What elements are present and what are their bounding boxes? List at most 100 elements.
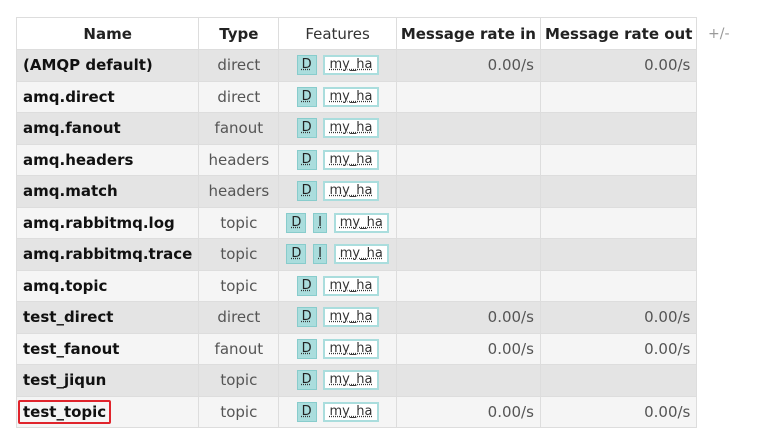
durable-badge: D: [296, 149, 317, 170]
exchange-features-cell: D my_ha: [278, 395, 397, 428]
exchange-features-cell: D my_ha: [278, 80, 397, 113]
exchange-features-cell: D my_ha: [278, 143, 397, 176]
column-toggle-button[interactable]: +/-: [708, 26, 730, 42]
exchange-type-cell: fanout: [198, 112, 280, 145]
table-row: amq.rabbitmq.log topic D I my_ha: [15, 206, 698, 239]
policy-badge[interactable]: my_ha: [323, 149, 379, 170]
exchange-name-link[interactable]: amq.direct: [23, 88, 115, 106]
durable-badge: D: [296, 338, 317, 359]
table-row: amq.direct direct D my_ha: [15, 80, 698, 113]
durable-badge: D: [286, 244, 307, 265]
policy-badge[interactable]: my_ha: [323, 118, 379, 139]
column-header-rate-in: Message rate in: [395, 17, 541, 50]
message-rate-out-cell: [539, 143, 698, 176]
exchange-name-cell: amq.headers: [15, 143, 200, 176]
exchange-name-cell: amq.match: [15, 175, 200, 208]
message-rate-out-cell: 0.00/s: [539, 49, 698, 82]
policy-badge[interactable]: my_ha: [333, 244, 389, 265]
column-header-name[interactable]: Name: [15, 17, 200, 50]
message-rate-in-cell: 0.00/s: [395, 395, 541, 428]
table-row: (AMQP default) direct D my_ha 0.00/s 0.00/s: [15, 49, 698, 82]
exchange-name-cell: test_fanout: [15, 332, 200, 365]
durable-badge: D: [286, 212, 307, 233]
durable-badge: D: [296, 55, 317, 76]
exchange-name-link[interactable]: amq.match: [23, 182, 118, 200]
exchange-name-link[interactable]: test_topic: [18, 399, 112, 424]
message-rate-out-cell: 0.00/s: [539, 301, 698, 334]
exchange-features-cell: D I my_ha: [278, 238, 397, 271]
policy-badge[interactable]: my_ha: [323, 370, 379, 391]
message-rate-out-cell: [539, 112, 698, 145]
policy-badge[interactable]: my_ha: [323, 307, 379, 328]
exchange-name-cell: (AMQP default): [15, 49, 200, 82]
exchange-type-cell: headers: [198, 143, 280, 176]
exchange-type-cell: direct: [198, 80, 280, 113]
column-header-rate-out: Message rate out: [539, 17, 698, 50]
exchange-type-cell: fanout: [198, 332, 280, 365]
exchange-name-link[interactable]: amq.rabbitmq.trace: [23, 245, 192, 263]
message-rate-out-cell: [539, 364, 698, 397]
table-row: amq.match headers D my_ha: [15, 175, 698, 208]
policy-badge[interactable]: my_ha: [323, 181, 379, 202]
policy-badge[interactable]: my_ha: [323, 275, 379, 296]
message-rate-in-cell: [395, 238, 541, 271]
exchange-features-cell: D my_ha: [278, 269, 397, 302]
exchanges-table-container: Name Type Features Message rate in Messa…: [15, 17, 698, 428]
exchange-name-link[interactable]: (AMQP default): [23, 56, 153, 74]
message-rate-out-cell: 0.00/s: [539, 395, 698, 428]
message-rate-out-cell: [539, 80, 698, 113]
exchange-features-cell: D my_ha: [278, 175, 397, 208]
table-row: test_topic topic D my_ha 0.00/s 0.00/s: [15, 395, 698, 428]
durable-badge: D: [296, 181, 317, 202]
policy-badge[interactable]: my_ha: [333, 212, 389, 233]
exchange-name-link[interactable]: test_fanout: [23, 340, 119, 358]
table-row: amq.rabbitmq.trace topic D I my_ha: [15, 238, 698, 271]
message-rate-in-cell: [395, 206, 541, 239]
durable-badge: D: [296, 275, 317, 296]
message-rate-out-cell: [539, 175, 698, 208]
table-body: (AMQP default) direct D my_ha 0.00/s 0.00/s a…: [15, 49, 698, 428]
exchanges-table: Name Type Features Message rate in Messa…: [15, 17, 698, 428]
exchange-name-cell: test_direct: [15, 301, 200, 334]
message-rate-out-cell: [539, 238, 698, 271]
exchange-name-cell: amq.rabbitmq.trace: [15, 238, 200, 271]
exchange-features-cell: D my_ha: [278, 301, 397, 334]
durable-badge: D: [296, 370, 317, 391]
message-rate-out-cell: [539, 206, 698, 239]
exchange-type-cell: direct: [198, 49, 280, 82]
column-header-features: Features: [278, 17, 397, 50]
exchange-name-link[interactable]: amq.headers: [23, 151, 133, 169]
exchange-name-cell: test_topic: [15, 395, 200, 428]
message-rate-in-cell: [395, 364, 541, 397]
message-rate-in-cell: 0.00/s: [395, 301, 541, 334]
exchange-features-cell: D I my_ha: [278, 206, 397, 239]
table-row: test_jiqun topic D my_ha: [15, 364, 698, 397]
exchange-name-link[interactable]: test_direct: [23, 308, 113, 326]
exchange-name-cell: amq.direct: [15, 80, 200, 113]
message-rate-in-cell: [395, 112, 541, 145]
message-rate-in-cell: 0.00/s: [395, 332, 541, 365]
exchange-type-cell: topic: [198, 238, 280, 271]
policy-badge[interactable]: my_ha: [323, 86, 379, 107]
exchange-name-link[interactable]: amq.rabbitmq.log: [23, 214, 175, 232]
table-row: amq.fanout fanout D my_ha: [15, 112, 698, 145]
durable-badge: D: [296, 118, 317, 139]
internal-badge: I: [313, 244, 327, 265]
exchange-type-cell: headers: [198, 175, 280, 208]
policy-badge[interactable]: my_ha: [323, 401, 379, 422]
durable-badge: D: [296, 307, 317, 328]
exchange-type-cell: topic: [198, 395, 280, 428]
message-rate-in-cell: [395, 143, 541, 176]
policy-badge[interactable]: my_ha: [323, 338, 379, 359]
table-header-row: Name Type Features Message rate in Messa…: [15, 17, 698, 50]
exchange-type-cell: topic: [198, 206, 280, 239]
exchange-name-link[interactable]: amq.fanout: [23, 119, 121, 137]
column-header-type[interactable]: Type: [198, 17, 280, 50]
table-row: test_direct direct D my_ha 0.00/s 0.00/s: [15, 301, 698, 334]
policy-badge[interactable]: my_ha: [323, 55, 379, 76]
exchange-type-cell: direct: [198, 301, 280, 334]
exchange-features-cell: D my_ha: [278, 112, 397, 145]
exchange-name-link[interactable]: amq.topic: [23, 277, 107, 295]
exchange-name-link[interactable]: test_jiqun: [23, 371, 106, 389]
exchange-name-cell: amq.topic: [15, 269, 200, 302]
